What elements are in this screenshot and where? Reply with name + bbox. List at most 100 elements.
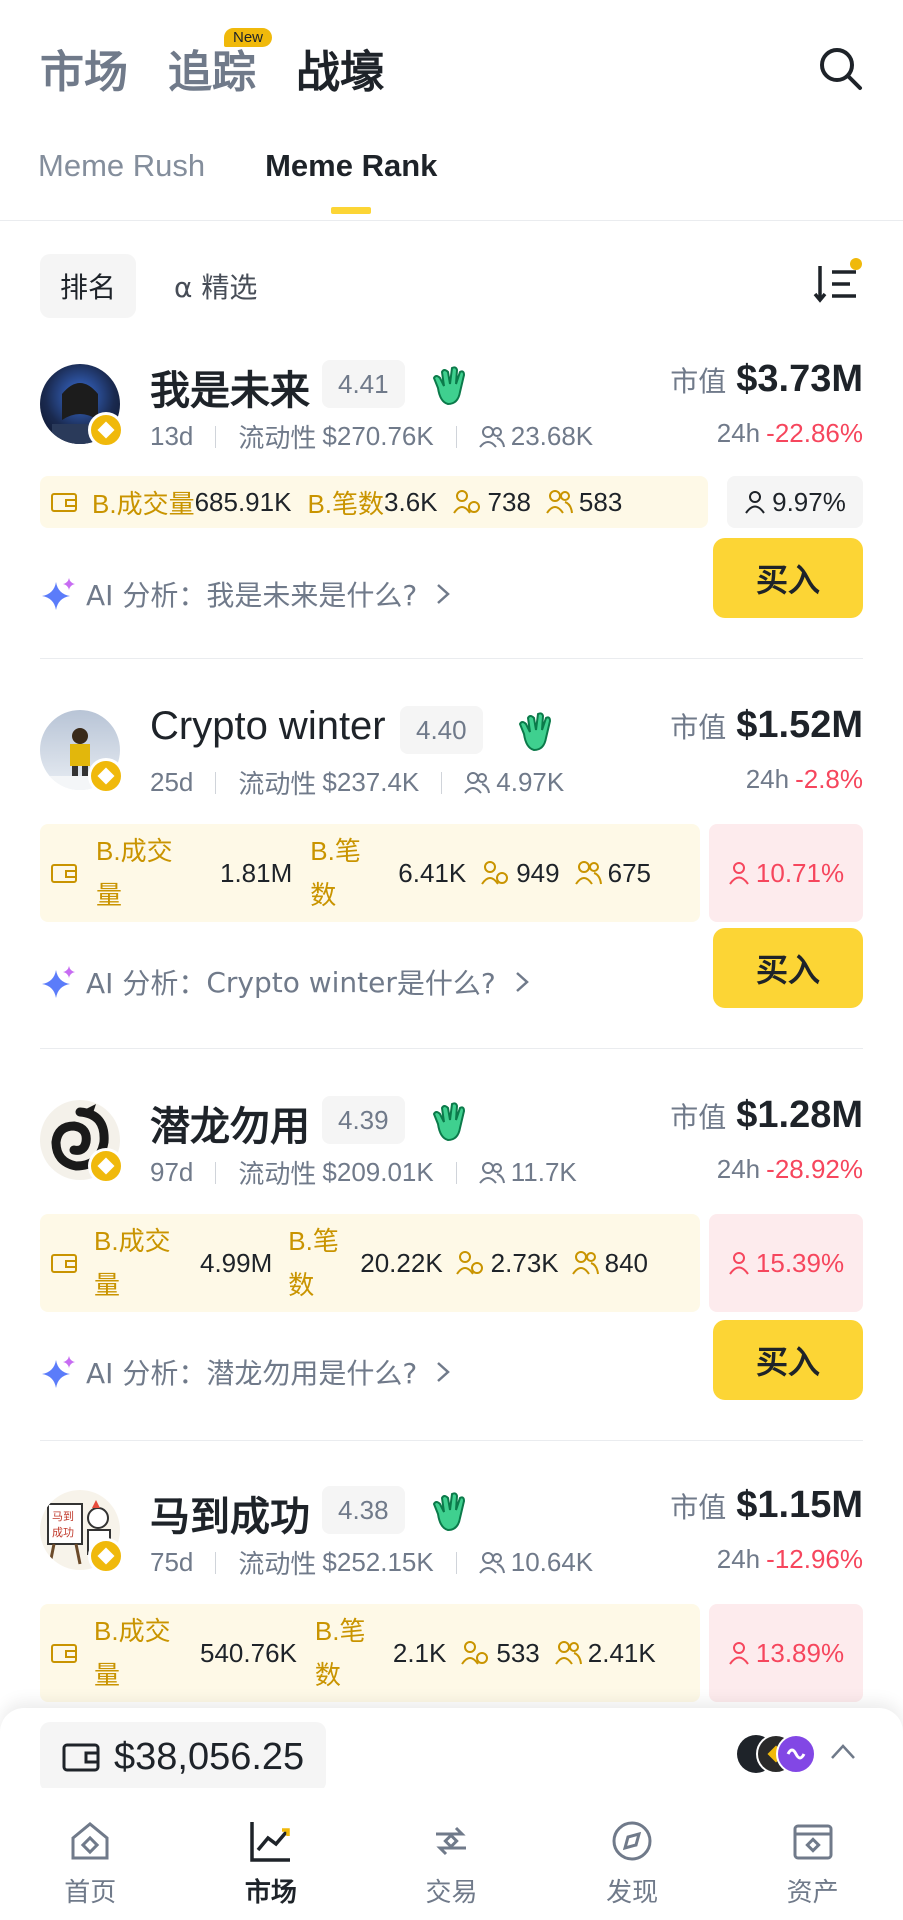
filter-rank[interactable]: 排名 — [40, 254, 137, 318]
nav-trade[interactable]: 交易 — [361, 1788, 542, 1920]
stat-box: B.成交量 1.81M B.笔数 6.41K 949 675 — [40, 824, 700, 922]
token-name: 潜龙勿用 — [150, 1104, 310, 1150]
wallet-icon — [51, 864, 77, 883]
wallet-bar: $38,056.25 — [0, 1708, 903, 1792]
b-trades-label: B.笔数 — [307, 488, 385, 519]
market-cap: 市值 $1.52M — [670, 704, 863, 747]
price-change: 24h -12.96% — [717, 1544, 863, 1575]
person-icon — [729, 1252, 749, 1275]
b-trades-label: B.笔数 — [310, 836, 361, 910]
ai-suffix: 是什么? — [318, 579, 418, 612]
tab-meme-rush[interactable]: Meme Rush — [38, 148, 205, 214]
ai-prefix: AI 分析： — [86, 967, 207, 1000]
market-cap-label: 市值 — [670, 1101, 727, 1134]
nav-discover[interactable]: 发现 — [542, 1788, 723, 1920]
liquidity-value: $237.4K — [322, 767, 420, 797]
liquidity-value: $209.01K — [322, 1157, 434, 1187]
change-value: -22.86% — [766, 418, 863, 448]
chevron-up-icon[interactable] — [830, 1742, 856, 1760]
hand-icon — [432, 1492, 466, 1532]
kol-count: 2.41K — [587, 1637, 656, 1668]
hand-icon — [432, 1102, 466, 1142]
smart-money-icon — [455, 1251, 483, 1275]
divider — [40, 1048, 863, 1049]
buy-button[interactable]: 买入 — [713, 538, 863, 618]
ai-analysis-link[interactable]: AI 分析： 我是未来 是什么? — [40, 574, 451, 614]
ai-analysis-link[interactable]: AI 分析： 潜龙勿用 是什么? — [40, 1352, 451, 1392]
bnb-chain-icon — [88, 412, 124, 448]
bnb-chain-icon — [88, 1148, 124, 1184]
holders-count: 11.7K — [510, 1157, 577, 1187]
kol-count: 675 — [607, 857, 651, 888]
smart-money-icon — [481, 861, 509, 885]
nav-assets[interactable]: 资产 — [722, 1788, 903, 1920]
divider — [40, 658, 863, 659]
token-card[interactable]: 我是未来 4.41 市值 $3.73M 13d 流动性 $270.76K 23.68… — [40, 358, 863, 674]
token-card[interactable]: Crypto winter 4.40 市值 $1.52M 25d 流动性 $237.… — [40, 704, 863, 1020]
market-cap-value: $1.52M — [736, 704, 863, 746]
price-change: 24h -2.8% — [746, 764, 863, 795]
filter-alpha[interactable]: α 精选 — [154, 254, 277, 318]
tab-meme-rank[interactable]: Meme Rank — [265, 148, 437, 214]
tab-tracking[interactable]: 追踪 New — [168, 28, 273, 100]
person-icon — [729, 1642, 749, 1665]
token-age: 97d — [150, 1157, 194, 1187]
b-trades-value: 2.1K — [392, 1637, 447, 1668]
smart-money-count: 738 — [487, 486, 531, 517]
wallet-balance-button[interactable]: $38,056.25 — [40, 1722, 327, 1792]
nav-market[interactable]: 市场 — [181, 1788, 362, 1920]
person-icon — [729, 862, 749, 885]
b-volume-value: 1.81M — [220, 857, 293, 888]
hand-icon — [518, 712, 552, 752]
holders-icon — [478, 1551, 505, 1574]
divider — [0, 220, 903, 221]
ai-token-name: 我是未来 — [206, 579, 319, 612]
stat-box: B.成交量 4.99M B.笔数 20.22K 2.73K 840 — [40, 1214, 700, 1312]
token-score: 4.41 — [322, 360, 405, 408]
sparkle-icon — [42, 966, 75, 998]
buy-button[interactable]: 买入 — [713, 1320, 863, 1400]
change-label: 24h — [745, 764, 790, 794]
buy-button[interactable]: 买入 — [713, 928, 863, 1008]
holders-icon — [478, 425, 505, 448]
ai-analysis-link[interactable]: AI 分析： Crypto winter 是什么? — [40, 962, 530, 1002]
token-meta: 25d 流动性 $237.4K 4.97K — [150, 764, 564, 801]
token-age: 25d — [150, 767, 194, 797]
trade-icon — [436, 1826, 467, 1856]
search-icon[interactable] — [816, 44, 864, 92]
market-cap-label: 市值 — [670, 365, 727, 398]
tab-market[interactable]: 市场 — [40, 36, 128, 100]
liquidity-label: 流动性 — [238, 769, 317, 799]
tab-trenches[interactable]: 战壕 — [296, 36, 384, 100]
b-volume-label: B.成交量 — [92, 488, 195, 519]
market-cap: 市值 $3.73M — [670, 358, 863, 401]
market-cap-label: 市值 — [670, 1491, 727, 1524]
holders-count: 10.64K — [510, 1547, 594, 1577]
tab-tracking-label: 追踪 — [168, 47, 256, 98]
assets-icon — [793, 1824, 833, 1860]
smart-money-icon — [461, 1641, 489, 1665]
change-label: 24h — [716, 418, 761, 448]
sort-icon[interactable] — [812, 258, 862, 308]
hand-icon — [432, 366, 466, 406]
top-holder-pct-value: 13.89% — [755, 1637, 845, 1668]
top-holder-pct: 15.39% — [709, 1214, 863, 1312]
kol-icon — [554, 1641, 582, 1665]
ai-suffix: 是什么? — [396, 967, 496, 1000]
token-card[interactable]: 潜龙勿用 4.39 市值 $1.28M 97d 流动性 $209.01K 11.7K… — [40, 1094, 863, 1410]
holders-count: 4.97K — [496, 767, 565, 797]
new-badge: New — [224, 28, 273, 47]
holders-icon — [464, 771, 491, 794]
b-trades-value: 20.22K — [360, 1247, 443, 1278]
kol-icon — [574, 861, 602, 885]
b-trades-label: B.笔数 — [288, 1226, 339, 1300]
nav-home[interactable]: 首页 — [0, 1788, 181, 1920]
coin-stack-icon[interactable] — [736, 1732, 816, 1776]
person-icon — [745, 491, 765, 514]
market-cap-label: 市值 — [670, 711, 727, 744]
change-value: -28.92% — [766, 1154, 863, 1184]
kol-icon — [546, 490, 573, 514]
b-trades-value: 6.41K — [398, 857, 467, 888]
ai-token-name: 潜龙勿用 — [206, 1357, 319, 1390]
market-cap-value: $1.28M — [736, 1094, 863, 1136]
